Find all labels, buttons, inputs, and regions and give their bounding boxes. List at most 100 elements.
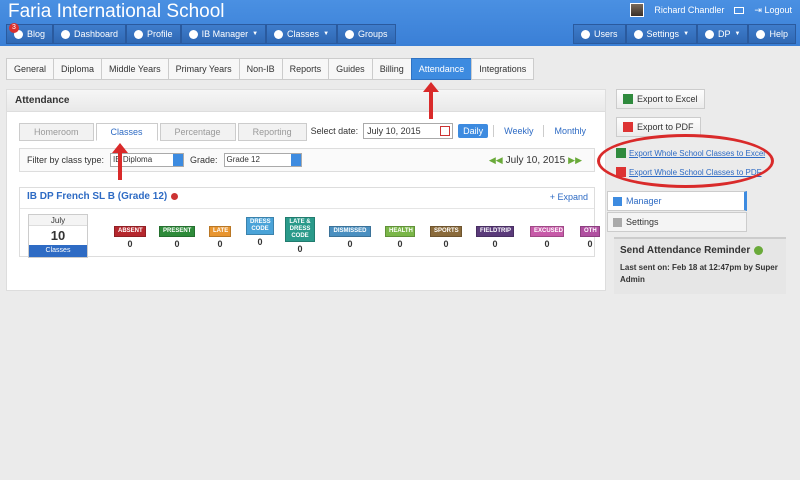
status-health[interactable]: HEALTH 0	[385, 226, 415, 249]
status-late-dress-code[interactable]: LATE & DRESS CODE 0	[285, 217, 315, 254]
status-label: HEALTH	[385, 226, 415, 237]
tab-middle-years[interactable]: Middle Years	[101, 58, 169, 80]
tab-attendance[interactable]: Attendance	[410, 58, 473, 80]
status-late[interactable]: LATE 0	[209, 226, 231, 249]
annotation-arrow	[112, 143, 128, 180]
reminder-status: Last sent on: Feb 18 at 12:47pm by Super…	[620, 263, 778, 284]
main-nav: 3 Blog Dashboard Profile IB Manager ▼ Clas…	[6, 23, 396, 44]
tab-non-ib[interactable]: Non-IB	[238, 58, 283, 80]
tab-diploma[interactable]: Diploma	[53, 58, 103, 80]
nav-settings-label: Settings	[646, 29, 680, 39]
tab-general[interactable]: General	[6, 58, 55, 80]
status-present[interactable]: PRESENT 0	[159, 226, 195, 249]
manager-icon	[613, 196, 622, 206]
dashboard-icon	[61, 29, 71, 39]
list-icon	[274, 29, 284, 39]
tab-guides[interactable]: Guides	[328, 58, 373, 80]
status-absent[interactable]: ABSENT 0	[114, 226, 146, 249]
status-count: 0	[127, 239, 133, 249]
status-count: 0	[587, 239, 593, 249]
sidebar-item-manager[interactable]: Manager	[607, 191, 747, 211]
status-oth[interactable]: OTH 0	[580, 226, 600, 249]
nav-blog-label: Blog	[27, 29, 46, 39]
nav-users[interactable]: Users	[573, 24, 626, 44]
tab-billing[interactable]: Billing	[371, 58, 412, 80]
status-label: EXCUSED	[530, 226, 564, 237]
nav-profile[interactable]: Profile	[126, 24, 181, 44]
date-input[interactable]: July 10, 2015	[363, 123, 454, 139]
grade-value: Grade 12	[226, 155, 260, 164]
mail-icon[interactable]	[734, 6, 745, 14]
nav-classes-label: Classes	[287, 29, 320, 39]
calendar-icon[interactable]	[440, 126, 451, 136]
nav-settings[interactable]: Settings ▼	[625, 24, 698, 44]
nav-dp[interactable]: DP ▼	[697, 24, 749, 44]
status-count: 0	[347, 239, 353, 249]
nav-dp-label: DP	[718, 29, 731, 39]
logout-label: Logout	[764, 4, 792, 15]
subtab-classes[interactable]: Classes	[95, 123, 158, 141]
annotation-arrow	[423, 82, 439, 119]
pdf-icon	[623, 122, 633, 132]
subtab-percentage[interactable]: Percentage	[159, 123, 236, 141]
sidebar-item-settings[interactable]: Settings	[607, 212, 747, 232]
nav-groups-label: Groups	[358, 29, 388, 39]
nav-dashboard[interactable]: Dashboard	[53, 24, 127, 44]
prev-day-icon[interactable]: ◀◀	[489, 155, 503, 166]
next-day-icon[interactable]: ▶▶	[568, 155, 582, 166]
tab-reports[interactable]: Reports	[281, 58, 330, 80]
status-label: LATE	[209, 226, 231, 237]
excel-icon	[623, 94, 633, 104]
reminder-title[interactable]: Send Attendance Reminder	[620, 245, 780, 256]
grade-select[interactable]: Grade 12	[223, 153, 302, 167]
nav-blog[interactable]: 3 Blog	[6, 23, 54, 44]
view-weekly[interactable]: Weekly	[499, 124, 538, 138]
nav-dashboard-label: Dashboard	[74, 29, 119, 39]
subtab-homeroom[interactable]: Homeroom	[19, 123, 94, 141]
class-title-text: IB DP French SL B (Grade 12)	[27, 191, 168, 202]
status-count: 0	[217, 239, 223, 249]
nav-classes[interactable]: Classes ▼	[266, 24, 338, 44]
gear-icon	[633, 29, 643, 39]
view-daily[interactable]: Daily	[458, 124, 489, 138]
select-date-label: Select date:	[310, 126, 359, 136]
top-header: Faria International School Richard Chand…	[0, 0, 800, 46]
tab-integrations[interactable]: Integrations	[471, 58, 535, 80]
grade-label: Grade:	[190, 155, 218, 165]
nav-ib-manager[interactable]: IB Manager ▼	[180, 24, 267, 44]
status-fieldtrip[interactable]: FIELDTRIP 0	[476, 226, 514, 249]
user-name[interactable]: Richard Chandler	[654, 5, 724, 15]
tab-primary-years[interactable]: Primary Years	[167, 58, 240, 80]
reminder-box: Send Attendance Reminder Last sent on: F…	[614, 237, 786, 294]
filter-label: Filter by class type:	[27, 155, 105, 165]
avatar[interactable]	[630, 3, 645, 17]
expand-link[interactable]: + Expand	[550, 192, 588, 202]
status-sports[interactable]: SPORTS 0	[430, 226, 462, 249]
status-excused[interactable]: EXCUSED 0	[530, 226, 564, 249]
divider	[493, 125, 495, 137]
question-icon[interactable]	[754, 246, 764, 255]
status-count: 0	[257, 237, 263, 247]
date-controls: Select date: July 10, 2015 Daily Weekly …	[311, 123, 591, 139]
section-tabs: General Diploma Middle Years Primary Yea…	[6, 58, 535, 80]
school-title: Faria International School	[8, 1, 225, 22]
filter-bar: Filter by class type: IB Diploma Grade: …	[19, 148, 595, 172]
status-dress-code[interactable]: DRESS CODE 0	[246, 217, 274, 247]
status-count: 0	[443, 239, 449, 249]
nav-groups[interactable]: Groups	[337, 24, 396, 44]
logout-link[interactable]: ⇥ Logout	[754, 5, 792, 16]
subtab-reporting[interactable]: Reporting	[237, 123, 307, 141]
export-pdf-label: Export to PDF	[637, 122, 694, 132]
class-title[interactable]: IB DP French SL B (Grade 12)	[27, 191, 179, 202]
status-dismissed[interactable]: DISMISSED 0	[329, 226, 371, 249]
nav-help[interactable]: Help	[748, 24, 796, 44]
reminder-title-text: Send Attendance Reminder	[620, 245, 751, 256]
chevron-down-icon	[290, 154, 301, 166]
nav-help-label: Help	[769, 29, 788, 39]
view-monthly[interactable]: Monthly	[549, 124, 591, 138]
export-excel-button[interactable]: Export to Excel	[616, 89, 705, 109]
attendance-panel: Attendance Homeroom Classes Percentage R…	[6, 89, 606, 291]
nav-users-label: Users	[594, 29, 618, 39]
alert-dot-icon	[171, 193, 179, 200]
nav-ib-manager-label: IB Manager	[201, 29, 249, 39]
